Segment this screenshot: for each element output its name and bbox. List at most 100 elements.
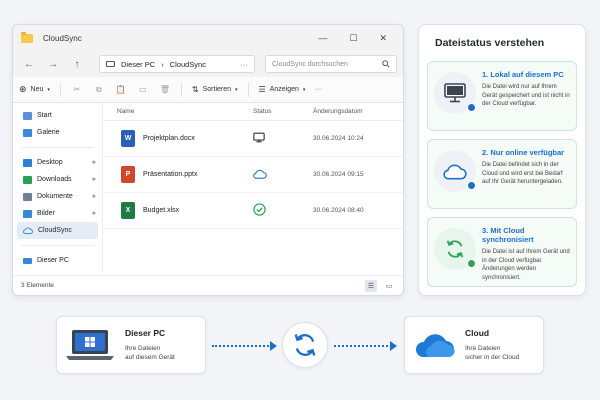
box-line: Ihre Dateien bbox=[465, 344, 501, 352]
pin-icon: ✱ bbox=[91, 159, 96, 166]
breadcrumb-cloudsync[interactable]: CloudSync bbox=[170, 60, 206, 69]
download-icon bbox=[23, 175, 32, 184]
file-name: Budget.xlsx bbox=[143, 207, 180, 214]
breadcrumb-this-pc[interactable]: Dieser PC bbox=[121, 60, 155, 69]
divider bbox=[21, 147, 94, 148]
sort-button[interactable]: ⇅ Sortieren ▾ bbox=[192, 85, 238, 94]
excel-file-icon: X bbox=[121, 202, 138, 221]
address-bar[interactable]: Dieser PC › CloudSync ··· bbox=[99, 55, 255, 73]
file-status-panel: Dateistatus verstehen 1. Lokal auf diese… bbox=[418, 24, 586, 296]
sidebar-item-gallery[interactable]: Galerie bbox=[13, 124, 102, 141]
breadcrumb-separator: › bbox=[161, 59, 164, 69]
minimize-button[interactable]: — bbox=[318, 33, 327, 44]
table-row[interactable]: X Budget.xlsx 30.06.2024 08:40 bbox=[103, 193, 403, 229]
column-name[interactable]: Name bbox=[103, 108, 253, 115]
maximize-button[interactable]: ☐ bbox=[349, 33, 357, 44]
table-row[interactable]: W Projektplan.docx 30.06.2024 10:24 bbox=[103, 121, 403, 157]
back-button[interactable]: ← bbox=[19, 59, 39, 70]
sidebar-item-downloads[interactable]: Downloads ✱ bbox=[13, 171, 102, 188]
navigation-pane: Start Galerie Desktop ✱ Downloads ✱ Doku… bbox=[13, 103, 103, 271]
command-bar: ⊕ Neu ▾ ✂ ⧉ 📋 ▭ 🗑 ⇅ Sortieren ▾ ☰ Anzeig… bbox=[13, 77, 403, 103]
box-line: auf diesem Gerät bbox=[125, 354, 175, 361]
sidebar-item-label: CloudSync bbox=[38, 227, 72, 234]
column-status[interactable]: Status bbox=[253, 108, 313, 115]
card-title: 1. Lokal auf diesem PC bbox=[482, 70, 564, 79]
file-list: Name Status Änderungsdatum W Projektplan… bbox=[103, 103, 403, 271]
dotted-arrow bbox=[212, 345, 272, 347]
pin-icon: ✱ bbox=[91, 193, 96, 200]
pictures-icon bbox=[23, 209, 32, 218]
file-name: Präsentation.pptx bbox=[143, 171, 198, 178]
dotted-arrow bbox=[334, 345, 392, 347]
monitor-icon bbox=[434, 72, 476, 114]
this-pc-box: Dieser PC Ihre Dateien auf diesem Gerät bbox=[56, 316, 206, 374]
divider bbox=[59, 82, 61, 97]
close-button[interactable]: ✕ bbox=[379, 33, 387, 44]
explorer-body: Start Galerie Desktop ✱ Downloads ✱ Doku… bbox=[13, 103, 403, 271]
word-file-icon: W bbox=[121, 130, 138, 149]
pc-icon bbox=[23, 257, 32, 264]
sidebar-item-label: Galerie bbox=[37, 129, 60, 136]
delete-icon[interactable]: 🗑 bbox=[159, 85, 171, 94]
check-circle-icon bbox=[253, 203, 266, 216]
address-row: ← → ↑ Dieser PC › CloudSync ··· CloudSyn… bbox=[13, 51, 403, 77]
laptop-icon bbox=[66, 330, 114, 360]
more-icon[interactable]: ··· bbox=[241, 60, 249, 69]
explorer-window: CloudSync — ☐ ✕ ← → ↑ Dieser PC › CloudS… bbox=[12, 24, 404, 296]
sync-icon bbox=[282, 322, 328, 368]
sidebar-item-label: Dieser PC bbox=[37, 257, 69, 264]
new-label: Neu bbox=[30, 86, 44, 93]
cloud-box: Cloud Ihre Dateien sicher in der Cloud bbox=[404, 316, 544, 374]
search-icon bbox=[382, 60, 390, 68]
status-dot-icon bbox=[467, 181, 476, 190]
sidebar-item-this-pc[interactable]: Dieser PC bbox=[13, 252, 102, 269]
rename-icon[interactable]: ▭ bbox=[137, 85, 149, 94]
column-date[interactable]: Änderungsdatum bbox=[313, 108, 403, 115]
view-toggle: ☰ ▭ bbox=[365, 279, 395, 292]
pin-icon: ✱ bbox=[91, 176, 96, 183]
table-row[interactable]: P Präsentation.pptx 30.06.2024 09:15 bbox=[103, 157, 403, 193]
sidebar-item-label: Desktop bbox=[37, 159, 63, 166]
title-bar: CloudSync — ☐ ✕ bbox=[13, 25, 403, 51]
box-line: Ihre Dateien bbox=[125, 344, 161, 352]
documents-icon bbox=[23, 192, 32, 201]
home-icon bbox=[23, 111, 32, 120]
sidebar-item-documents[interactable]: Dokumente ✱ bbox=[13, 188, 102, 205]
search-input[interactable]: CloudSync durchsuchen bbox=[265, 55, 397, 73]
details-view-icon[interactable]: ☰ bbox=[365, 279, 377, 292]
tiles-view-icon[interactable]: ▭ bbox=[383, 280, 395, 292]
forward-button[interactable]: → bbox=[43, 59, 63, 70]
powerpoint-file-icon: P bbox=[121, 166, 138, 185]
sort-label: Sortieren bbox=[202, 86, 232, 93]
divider bbox=[180, 82, 182, 97]
chevron-down-icon: ▾ bbox=[235, 86, 238, 93]
cut-icon[interactable]: ✂ bbox=[71, 85, 83, 94]
more-icon[interactable]: ··· bbox=[315, 86, 322, 93]
box-title: Dieser PC bbox=[125, 327, 166, 338]
sidebar-item-start[interactable]: Start bbox=[13, 107, 102, 124]
sidebar-item-pictures[interactable]: Bilder ✱ bbox=[13, 205, 102, 222]
status-dot-icon bbox=[467, 103, 476, 112]
view-icon: ☰ bbox=[258, 85, 266, 94]
view-button[interactable]: ☰ Anzeigen ▾ bbox=[259, 85, 306, 94]
sort-icon: ⇅ bbox=[191, 85, 199, 94]
sidebar-item-label: Downloads bbox=[37, 176, 72, 183]
card-title: 3. Mit Cloud synchronisiert bbox=[482, 226, 534, 244]
window-controls: — ☐ ✕ bbox=[318, 33, 387, 44]
pin-icon: ✱ bbox=[91, 210, 96, 217]
cloud-outline-icon bbox=[253, 169, 267, 179]
chevron-down-icon: ▾ bbox=[302, 86, 306, 93]
panel-title: Dateistatus verstehen bbox=[435, 37, 545, 49]
box-line: sicher in der Cloud bbox=[465, 354, 520, 361]
copy-icon[interactable]: ⧉ bbox=[93, 85, 105, 95]
sidebar-item-cloudsync[interactable]: CloudSync bbox=[17, 222, 98, 239]
new-button[interactable]: ⊕ Neu ▾ bbox=[19, 84, 50, 95]
arrowhead-icon bbox=[390, 341, 397, 351]
up-button[interactable]: ↑ bbox=[67, 59, 87, 70]
status-card-synced: 3. Mit Cloud synchronisiert Die Datei is… bbox=[427, 217, 577, 287]
pc-icon bbox=[106, 61, 115, 67]
paste-icon[interactable]: 📋 bbox=[115, 85, 127, 94]
sidebar-item-desktop[interactable]: Desktop ✱ bbox=[13, 154, 102, 171]
monitor-icon bbox=[253, 132, 265, 143]
sync-icon bbox=[434, 228, 476, 270]
